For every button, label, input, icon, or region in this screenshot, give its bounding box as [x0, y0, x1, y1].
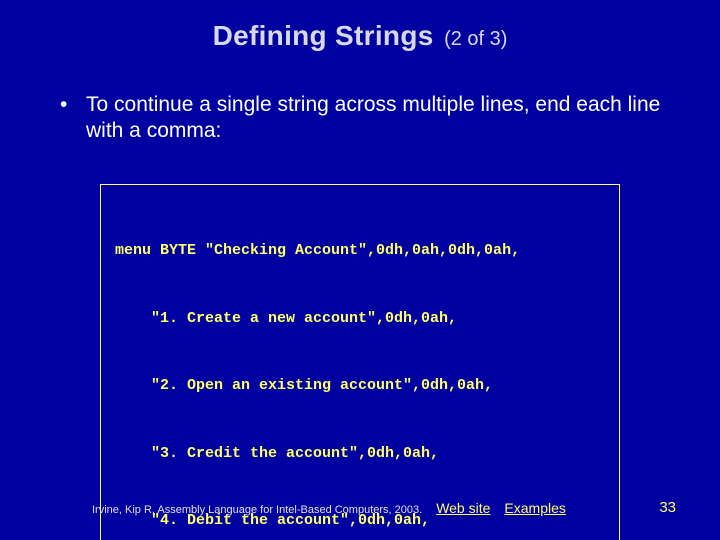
code-box: menu BYTE "Checking Account",0dh,0ah,0dh… — [100, 184, 620, 540]
code-line: "1. Create a new account",0dh,0ah, — [115, 308, 605, 331]
title-sub: (2 of 3) — [444, 28, 507, 50]
page-number: 33 — [659, 499, 676, 516]
link-web-site[interactable]: Web site — [436, 500, 490, 516]
citation: Irvine, Kip R. Assembly Language for Int… — [92, 504, 422, 516]
code-line: "2. Open an existing account",0dh,0ah, — [115, 375, 605, 398]
bullet-block: • To continue a single string across mul… — [60, 92, 664, 145]
bullet-text: To continue a single string across multi… — [86, 92, 664, 145]
bullet-dot: • — [60, 92, 86, 145]
code-line: "3. Credit the account",0dh,0ah, — [115, 443, 605, 466]
slide-title: Defining Strings (2 of 3) — [0, 20, 720, 52]
slide: Defining Strings (2 of 3) • To continue … — [0, 0, 720, 540]
link-examples[interactable]: Examples — [504, 500, 565, 516]
footer: Irvine, Kip R. Assembly Language for Int… — [92, 500, 680, 516]
code-line: menu BYTE "Checking Account",0dh,0ah,0dh… — [115, 240, 605, 263]
bullet-row: • To continue a single string across mul… — [60, 92, 664, 145]
title-main: Defining Strings — [213, 20, 434, 51]
